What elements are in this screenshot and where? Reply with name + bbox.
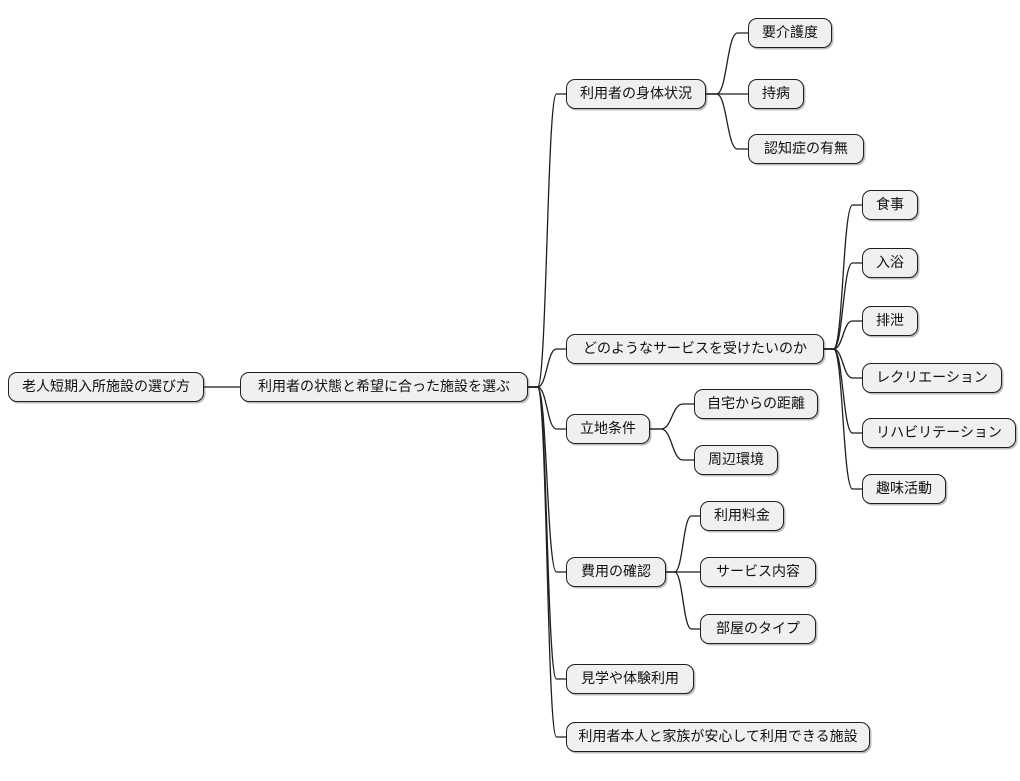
edge-level1-to-branch-visit	[528, 386, 566, 680]
edge-level1-to-branch-peace	[528, 386, 566, 738]
edge-branch-service-to-svc-bath	[824, 262, 862, 350]
edge-level1-to-branch-location	[528, 386, 566, 430]
node-cost-content[interactable]: サービス内容	[700, 557, 816, 587]
node-branch-cost[interactable]: 費用の確認	[566, 557, 666, 587]
node-label: 要介護度	[762, 25, 818, 41]
edge-branch-cost-to-cost-fee	[666, 515, 700, 573]
node-label: 食事	[876, 197, 904, 213]
node-cost-room[interactable]: 部屋のタイプ	[700, 614, 816, 644]
node-label: 部屋のタイプ	[716, 621, 800, 637]
node-label: リハビリテーション	[876, 425, 1002, 441]
node-label: 利用料金	[714, 508, 770, 524]
node-svc-hobby[interactable]: 趣味活動	[862, 474, 946, 504]
node-label: 利用者の身体状況	[580, 86, 692, 102]
node-label: 排泄	[876, 313, 904, 329]
node-body-illness[interactable]: 持病	[748, 79, 804, 109]
node-svc-bath[interactable]: 入浴	[862, 248, 918, 278]
edge-level1-to-branch-cost	[528, 386, 566, 573]
node-label: 自宅からの距離	[707, 396, 805, 412]
node-label: 入浴	[876, 255, 904, 271]
node-loc-distance[interactable]: 自宅からの距離	[694, 389, 818, 419]
node-label: 周辺環境	[708, 452, 764, 468]
node-label: 見学や体験利用	[581, 671, 679, 687]
node-body-dementia[interactable]: 認知症の有無	[748, 134, 864, 164]
node-label: どのようなサービスを受けたいのか	[583, 341, 807, 357]
mindmap-canvas: 老人短期入所施設の選び方 利用者の状態と希望に合った施設を選ぶ 利用者の身体状況どの…	[0, 0, 1020, 781]
node-root[interactable]: 老人短期入所施設の選び方	[8, 372, 204, 402]
node-svc-rehab[interactable]: リハビリテーション	[862, 418, 1016, 448]
node-svc-toilet[interactable]: 排泄	[862, 306, 918, 336]
node-label: 認知症の有無	[764, 141, 848, 157]
node-label: 利用者本人と家族が安心して利用できる施設	[578, 729, 858, 745]
node-branch-visit[interactable]: 見学や体験利用	[566, 664, 694, 694]
node-loc-environment[interactable]: 周辺環境	[694, 445, 778, 475]
node-branch-peace[interactable]: 利用者本人と家族が安心して利用できる施設	[566, 722, 870, 752]
node-svc-recreation[interactable]: レクリエーション	[862, 363, 1002, 393]
edge-branch-body-to-body-care-level	[706, 32, 748, 95]
node-label: レクリエーション	[876, 370, 988, 386]
node-label: 老人短期入所施設の選び方	[22, 379, 190, 395]
node-label: 立地条件	[580, 421, 636, 437]
node-body-care-level[interactable]: 要介護度	[748, 18, 832, 48]
node-label: 費用の確認	[581, 564, 651, 580]
node-label: 趣味活動	[876, 481, 932, 497]
edge-branch-body-to-body-dementia	[706, 93, 748, 150]
edge-branch-cost-to-cost-room	[666, 571, 700, 630]
node-svc-meal[interactable]: 食事	[862, 190, 918, 220]
edge-branch-service-to-svc-rehab	[824, 348, 862, 434]
edge-branch-location-to-loc-environment	[650, 428, 694, 461]
edge-branch-service-to-svc-toilet	[824, 320, 862, 350]
node-level1[interactable]: 利用者の状態と希望に合った施設を選ぶ	[240, 372, 528, 402]
node-branch-body[interactable]: 利用者の身体状況	[566, 79, 706, 109]
edge-branch-service-to-svc-recreation	[824, 348, 862, 379]
node-cost-fee[interactable]: 利用料金	[700, 501, 784, 531]
edge-branch-service-to-svc-meal	[824, 204, 862, 350]
edge-level1-to-branch-body	[528, 93, 566, 388]
edge-branch-service-to-svc-hobby	[824, 348, 862, 490]
node-branch-service[interactable]: どのようなサービスを受けたいのか	[566, 334, 824, 364]
node-label: サービス内容	[716, 564, 800, 580]
node-label: 持病	[762, 86, 790, 102]
edge-level1-to-branch-service	[528, 348, 566, 388]
node-label: 利用者の状態と希望に合った施設を選ぶ	[258, 379, 510, 395]
node-branch-location[interactable]: 立地条件	[566, 414, 650, 444]
edge-branch-location-to-loc-distance	[650, 403, 694, 430]
